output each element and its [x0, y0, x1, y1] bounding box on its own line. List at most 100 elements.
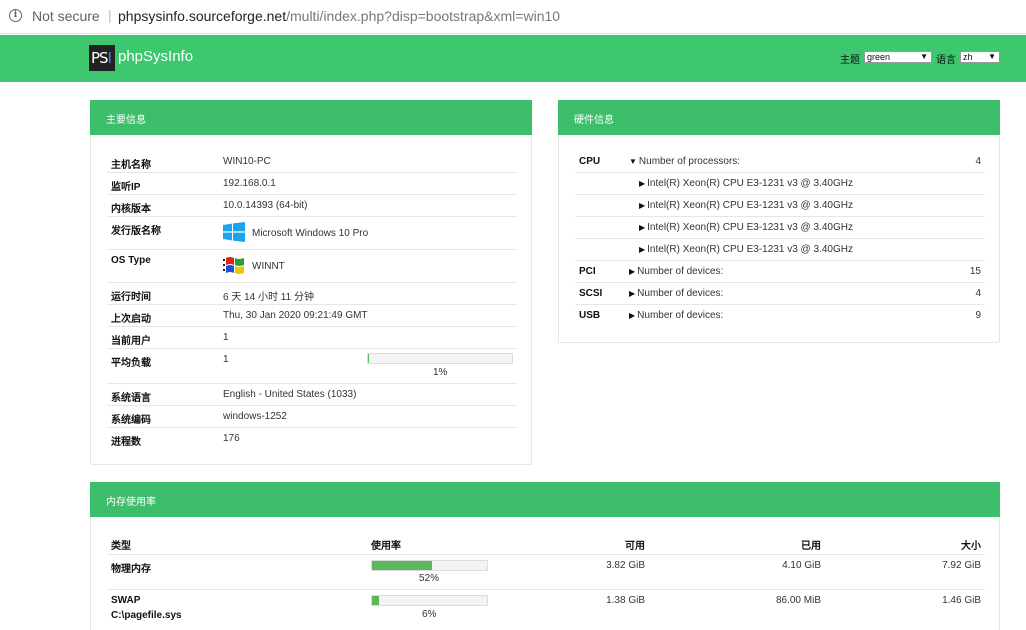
hw-row-scsi[interactable]: SCSI ▶ Number of devices: 4: [575, 283, 985, 305]
caret-right-icon[interactable]: ▶: [639, 179, 645, 188]
url-path[interactable]: /multi/index.php?disp=bootstrap&xml=win1…: [286, 8, 560, 24]
row-value: WIN10-PC: [223, 156, 271, 167]
memory-type: SWAP: [111, 595, 141, 606]
memory-row-swap: SWAP C:\pagefile.sys 6% 1.38 GiB 86.00 M…: [107, 590, 985, 630]
row-label: PCI: [579, 266, 596, 277]
row-label: 监听IP: [111, 182, 141, 193]
load-percent: 1%: [433, 367, 448, 378]
row-value: WINNT: [252, 261, 285, 272]
caret-right-icon[interactable]: ▶: [639, 201, 645, 210]
row-value: 176: [223, 433, 240, 444]
memory-usage-fill: [372, 561, 432, 570]
caret-right-icon[interactable]: ▶: [629, 267, 635, 276]
memory-free: 1.38 GiB: [606, 595, 645, 606]
memory-usage-percent: 6%: [422, 609, 437, 620]
row-value: windows-1252: [223, 411, 287, 422]
memory-row-physical: 物理内存 52% 3.82 GiB 4.10 GiB 7.92 GiB: [107, 555, 985, 590]
theme-select[interactable]: green ▼: [864, 51, 932, 63]
info-row-distro: 发行版名称 Microsoft Windows 10 Pro: [107, 217, 517, 250]
main-info-panel: 主要信息 主机名称 WIN10-PC 监听IP 192.168.0.1 内核版本…: [90, 100, 532, 465]
navbar: PSI phpSysInfo 主题 green ▼ 语言 zh ▼: [0, 35, 1026, 82]
memory-table-header: 类型 使用率 可用 已用 大小: [107, 533, 985, 555]
url-host[interactable]: phpsysinfo.sourceforge.net: [118, 8, 286, 24]
row-label: 平均负载: [111, 358, 151, 369]
caret-right-icon[interactable]: ▶: [639, 223, 645, 232]
hw-row-cpu[interactable]: CPU ▼ Number of processors: 4: [575, 151, 985, 173]
info-row-last-boot: 上次启动 Thu, 30 Jan 2020 09:21:49 GMT: [107, 305, 517, 327]
row-label: OS Type: [111, 255, 151, 266]
row-label: 系统语言: [111, 393, 151, 404]
memory-size: 7.92 GiB: [942, 560, 981, 571]
hw-row-processor[interactable]: ▶ Intel(R) Xeon(R) CPU E3-1231 v3 @ 3.40G…: [575, 173, 985, 195]
row-value: 192.168.0.1: [223, 178, 276, 189]
memory-size: 1.46 GiB: [942, 595, 981, 606]
row-label: 进程数: [111, 437, 141, 448]
info-icon[interactable]: i: [9, 9, 22, 22]
processor-name: Intel(R) Xeon(R) CPU E3-1231 v3 @ 3.40GH…: [647, 222, 853, 233]
hw-row-pci[interactable]: PCI ▶ Number of devices: 15: [575, 261, 985, 283]
info-row-current-users: 当前用户 1: [107, 327, 517, 349]
windows-nt-logo-icon: [223, 256, 247, 275]
panel-title: 主要信息: [90, 100, 532, 135]
memory-usage-panel: 内存使用率 类型 使用率 可用 已用 大小 物理内存 52% 3.82 GiB …: [90, 482, 1000, 630]
url-text[interactable]: phpsysinfo.sourceforge.net/multi/index.p…: [118, 8, 560, 24]
col-header-used: 已用: [801, 541, 821, 552]
row-label: 主机名称: [111, 160, 151, 171]
hw-row-processor[interactable]: ▶ Intel(R) Xeon(R) CPU E3-1231 v3 @ 3.40G…: [575, 195, 985, 217]
memory-usage-percent: 52%: [419, 573, 440, 584]
memory-usage-bar: [371, 560, 488, 571]
memory-used: 86.00 MiB: [775, 595, 821, 606]
load-progress-fill: [368, 354, 370, 363]
info-row-load-average: 平均负载 1 1%: [107, 349, 517, 384]
info-row-processes: 进程数 176: [107, 428, 517, 450]
memory-usage-bar: [371, 595, 488, 606]
device-count: 15: [969, 266, 981, 277]
chevron-down-icon: ▼: [920, 52, 928, 61]
browser-address-bar[interactable]: i Not secure | phpsysinfo.sourceforge.ne…: [0, 0, 1026, 34]
col-header-usage: 使用率: [371, 541, 401, 552]
info-row-codepage: 系统编码 windows-1252: [107, 406, 517, 428]
hardware-info-panel: 硬件信息 CPU ▼ Number of processors: 4 ▶ Intel…: [558, 100, 1000, 343]
row-label: USB: [579, 310, 601, 321]
row-value: 1: [223, 332, 229, 343]
memory-subtype: C:\pagefile.sys: [111, 610, 182, 621]
hw-row-processor[interactable]: ▶ Intel(R) Xeon(R) CPU E3-1231 v3 @ 3.40G…: [575, 217, 985, 239]
caret-right-icon[interactable]: ▶: [629, 311, 635, 320]
row-label: 运行时间: [111, 292, 151, 303]
hw-row-processor[interactable]: ▶ Intel(R) Xeon(R) CPU E3-1231 v3 @ 3.40G…: [575, 239, 985, 261]
processor-name: Intel(R) Xeon(R) CPU E3-1231 v3 @ 3.40GH…: [647, 200, 853, 211]
device-count-text: Number of devices:: [637, 266, 724, 277]
memory-type: 物理内存: [111, 564, 151, 575]
language-select[interactable]: zh ▼: [960, 51, 1000, 63]
row-label: 系统编码: [111, 415, 151, 426]
theme-label: 主题: [840, 55, 860, 66]
caret-down-icon[interactable]: ▼: [629, 157, 637, 166]
theme-select-value: green: [867, 52, 891, 62]
load-progress-bar: [367, 353, 513, 364]
caret-right-icon[interactable]: ▶: [629, 289, 635, 298]
info-row-kernel: 内核版本 10.0.14393 (64-bit): [107, 195, 517, 217]
memory-used: 4.10 GiB: [782, 560, 821, 571]
device-count-text: Number of devices:: [637, 288, 724, 299]
cpu-expander[interactable]: ▼ Number of processors:: [629, 156, 740, 167]
info-row-ip: 监听IP 192.168.0.1: [107, 173, 517, 195]
language-select-value: zh: [963, 52, 973, 62]
row-value: 10.0.14393 (64-bit): [223, 200, 308, 211]
row-label: 发行版名称: [111, 226, 161, 237]
memory-usage-fill: [372, 596, 379, 605]
cpu-count-text: Number of processors:: [638, 156, 741, 167]
device-count: 4: [975, 288, 981, 299]
hw-row-usb[interactable]: USB ▶ Number of devices: 9: [575, 305, 985, 327]
row-value: English - United States (1033): [223, 389, 357, 400]
col-header-type: 类型: [111, 541, 131, 552]
windows10-logo-icon: [223, 222, 245, 242]
security-status[interactable]: Not secure: [32, 8, 100, 24]
caret-right-icon[interactable]: ▶: [639, 245, 645, 254]
psi-logo-icon[interactable]: PSI: [89, 45, 115, 71]
chevron-down-icon: ▼: [988, 52, 996, 61]
memory-free: 3.82 GiB: [606, 560, 645, 571]
brand-title[interactable]: phpSysInfo: [118, 48, 193, 65]
col-header-size: 大小: [961, 541, 981, 552]
row-label: 上次启动: [111, 314, 151, 325]
info-row-hostname: 主机名称 WIN10-PC: [107, 151, 517, 173]
